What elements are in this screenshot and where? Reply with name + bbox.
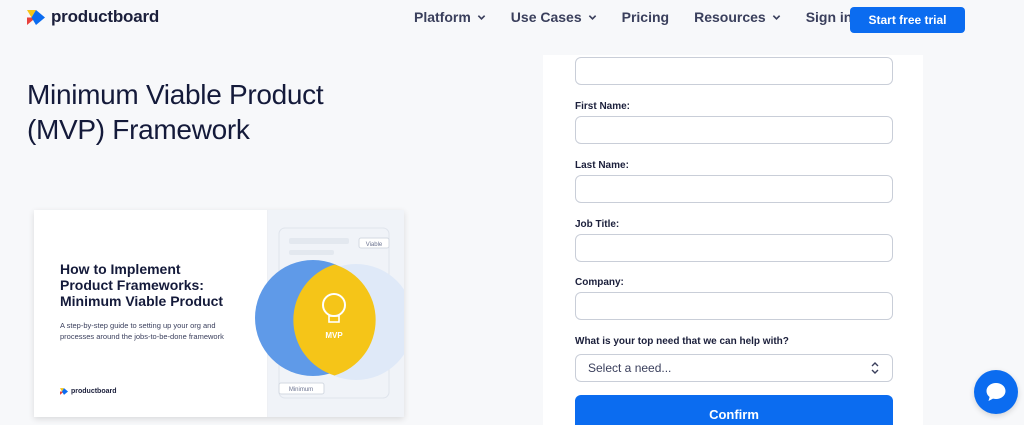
venn-label-mvp: MVP (325, 331, 343, 340)
cover-subtitle: A step-by-step guide to setting up your … (60, 320, 260, 342)
page-title-line-2: (MVP) Framework (27, 114, 250, 145)
updown-chevron-icon (871, 362, 879, 374)
nav-platform-label: Platform (414, 9, 471, 25)
ebook-cover-image: Viable Minimum MVP How to Implement Prod… (34, 210, 404, 417)
cover-logo: productboard (60, 388, 117, 395)
mvp-venn-diagram: Viable Minimum MVP (255, 227, 404, 399)
cover-title: How to Implement Product Frameworks: Min… (60, 261, 260, 309)
company-field[interactable] (575, 292, 893, 320)
main-nav: Platform Use Cases Pricing Resources Sig… (414, 9, 877, 25)
nav-sign-in[interactable]: Sign in (806, 9, 853, 25)
nav-use-cases-label: Use Cases (510, 9, 582, 25)
chevron-down-icon (588, 14, 596, 20)
nav-resources-label: Resources (694, 9, 766, 25)
venn-tag-viable: Viable (366, 242, 383, 248)
top-need-select-value: Select a need... (588, 361, 672, 375)
last-name-field[interactable] (575, 175, 893, 203)
last-name-label: Last Name: (575, 160, 629, 171)
job-title-label: Job Title: (575, 219, 620, 230)
chat-bubble-icon (986, 383, 1006, 401)
site-header: productboard Platform Use Cases Pricing … (0, 0, 1024, 38)
nav-resources[interactable]: Resources (694, 9, 781, 25)
nav-use-cases[interactable]: Use Cases (511, 9, 597, 25)
chevron-down-icon (772, 14, 780, 20)
cover-subtitle-line-1: A step-by-step guide to setting up your … (60, 321, 216, 330)
productboard-logo-icon (60, 388, 68, 395)
venn-tag-minimum: Minimum (289, 387, 313, 393)
email-field[interactable] (575, 57, 893, 85)
confirm-button[interactable]: Confirm (575, 395, 893, 425)
first-name-field[interactable] (575, 116, 893, 144)
productboard-logo[interactable]: productboard (27, 7, 159, 27)
cover-title-line-2: Product Frameworks: (60, 277, 204, 293)
chat-launcher-button[interactable] (974, 370, 1018, 414)
cover-title-line-3: Minimum Viable Product (60, 293, 224, 309)
productboard-logo-icon (27, 9, 45, 25)
company-label: Company: (575, 277, 624, 288)
top-need-select[interactable]: Select a need... (575, 354, 893, 382)
page-title-line-1: Minimum Viable Product (27, 79, 324, 110)
first-name-label: First Name: (575, 101, 631, 112)
nav-pricing[interactable]: Pricing (622, 9, 669, 25)
top-need-label: What is your top need that we can help w… (575, 336, 789, 347)
page-title: Minimum Viable Product (MVP) Framework (27, 77, 407, 147)
cover-subtitle-line-2: processes around the jobs-to-be-done fra… (60, 332, 224, 341)
download-form: First Name: Last Name: Job Title: Compan… (543, 55, 923, 425)
nav-platform[interactable]: Platform (414, 9, 486, 25)
start-free-trial-button[interactable]: Start free trial (850, 7, 965, 33)
cover-logo-text: productboard (71, 388, 117, 395)
logo-text: productboard (51, 7, 160, 26)
nav-sign-in-label: Sign in (805, 9, 853, 25)
nav-pricing-label: Pricing (621, 9, 670, 25)
cover-title-line-1: How to Implement (60, 261, 181, 277)
job-title-field[interactable] (575, 234, 893, 262)
chevron-down-icon (477, 14, 486, 20)
